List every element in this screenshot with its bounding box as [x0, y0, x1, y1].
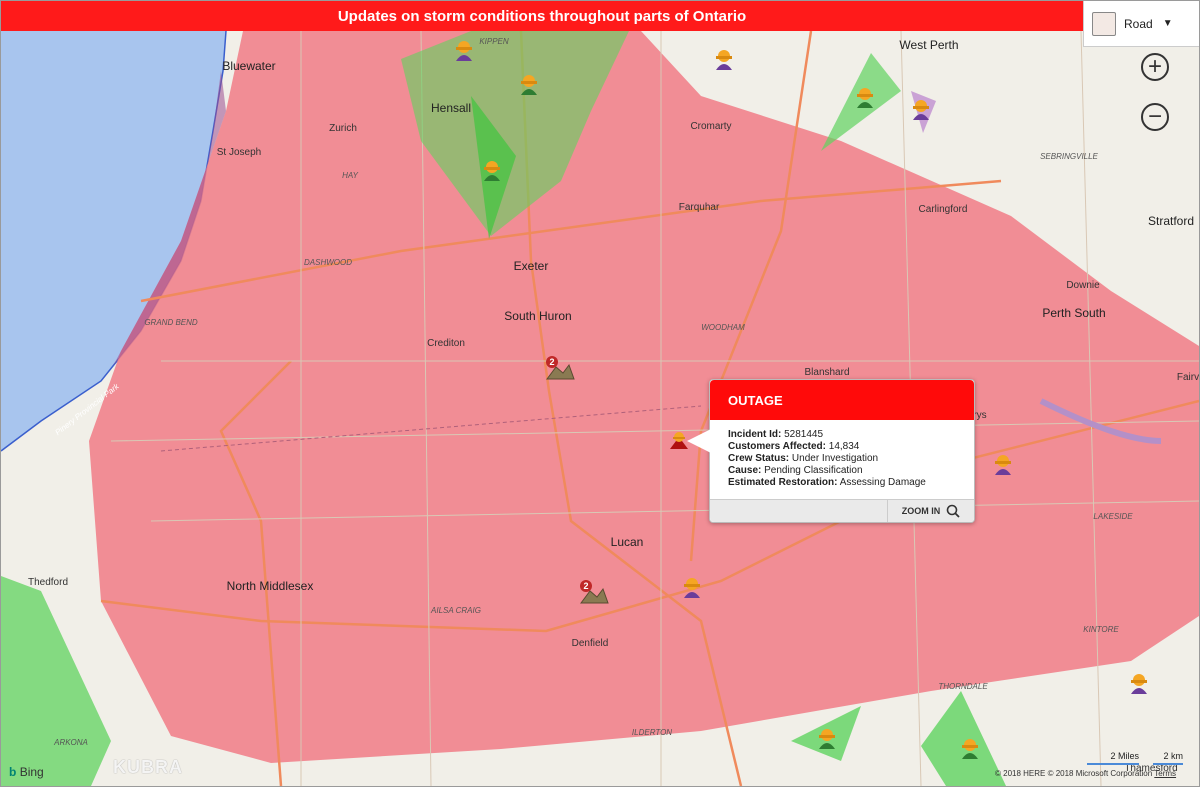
- place-label: WOODHAM: [701, 323, 745, 332]
- place-label: KIPPEN: [479, 37, 509, 46]
- crew-marker-icon[interactable]: [991, 451, 1021, 477]
- place-label: ILDERTON: [631, 728, 673, 737]
- terms-link[interactable]: Terms: [1154, 769, 1176, 778]
- place-label: West Perth: [899, 38, 959, 52]
- map-canvas[interactable]: [1, 1, 1199, 786]
- place-label: Downie: [1066, 280, 1100, 291]
- crew-value: Under Investigation: [791, 453, 879, 464]
- crew-marker-icon[interactable]: [909, 96, 939, 122]
- map-type-selector[interactable]: Road ▼: [1083, 1, 1199, 47]
- cause-value: Pending Classification: [764, 465, 863, 476]
- place-label: Bluewater: [222, 59, 276, 73]
- restore-label: Estimated Restoration:: [728, 477, 838, 488]
- popup-title: OUTAGE: [710, 380, 974, 420]
- scale-miles: 2 Miles: [1087, 751, 1139, 765]
- place-label: Hensall: [430, 101, 472, 115]
- place-label: North Middlesex: [226, 579, 314, 593]
- place-label: rys: [973, 410, 987, 421]
- outage-popup: OUTAGE Incident Id: 5281445 Customers Af…: [709, 379, 975, 523]
- bing-logo: b Bing: [9, 765, 44, 779]
- crew-marker-icon[interactable]: [452, 37, 482, 63]
- place-label: South Huron: [504, 309, 572, 323]
- place-label: Thedford: [27, 577, 69, 588]
- place-label: SEBRINGVILLE: [1040, 152, 1098, 161]
- place-label: ARKONA: [54, 738, 88, 747]
- place-label: Exeter: [513, 259, 549, 273]
- place-label: LAKESIDE: [1093, 512, 1133, 521]
- popup-details: Incident Id: 5281445 Customers Affected:…: [710, 420, 974, 489]
- scale-miles-label: 2 Miles: [1110, 751, 1139, 761]
- place-label: Carlingford: [918, 204, 968, 215]
- cluster-marker[interactable]: 2: [579, 579, 609, 605]
- crew-marker-icon[interactable]: [712, 46, 742, 72]
- place-label: Zurich: [329, 123, 357, 134]
- cause-row: Cause: Pending Classification: [728, 465, 956, 477]
- crew-marker-icon[interactable]: [853, 84, 883, 110]
- crew-label: Crew Status:: [728, 453, 790, 464]
- place-label: St Joseph: [216, 147, 262, 158]
- zoom-in-button[interactable]: +: [1141, 53, 1169, 81]
- restore-value: Assessing Damage: [839, 477, 926, 488]
- place-label: Perth South: [1042, 306, 1106, 320]
- crew-marker-icon[interactable]: [480, 157, 510, 183]
- place-label: KINTORE: [1083, 625, 1119, 634]
- place-label: AILSA CRAIG: [431, 606, 481, 615]
- kubra-logo: KUBRA: [113, 757, 183, 777]
- copyright: © 2018 HERE © 2018 Microsoft Corporation…: [995, 769, 1176, 778]
- map-frame: Bluewater KIPPEN West Perth Hensall Zurich Cr…: [0, 0, 1200, 787]
- magnifier-icon: [946, 504, 960, 518]
- cause-label: Cause:: [728, 465, 762, 476]
- restore-row: Estimated Restoration: Assessing Damage: [728, 477, 956, 489]
- cluster-count: 2: [549, 357, 554, 367]
- place-label: DASHWOOD: [304, 258, 352, 267]
- crew-marker-icon[interactable]: [958, 735, 988, 761]
- scale-km-label: 2 km: [1163, 751, 1183, 761]
- popup-tail: [687, 429, 711, 453]
- bing-label: Bing: [19, 765, 44, 779]
- map-type-label: Road: [1124, 16, 1153, 31]
- place-label: Cromarty: [690, 121, 732, 132]
- cluster-count: 2: [583, 581, 588, 591]
- cluster-marker[interactable]: 2: [545, 355, 575, 381]
- place-label: GRAND BEND: [144, 318, 198, 327]
- crew-marker-icon[interactable]: [680, 574, 710, 600]
- crew-marker-icon[interactable]: [517, 71, 547, 97]
- incident-row: Incident Id: 5281445: [728, 429, 956, 441]
- place-label: Farquhar: [678, 202, 720, 213]
- place-label: Denfield: [571, 638, 609, 649]
- incident-value: 5281445: [784, 429, 824, 440]
- copyright-text: © 2018 HERE © 2018 Microsoft Corporation: [995, 769, 1153, 778]
- popup-footer: ZOOM IN: [710, 499, 974, 522]
- crew-marker-icon[interactable]: [815, 725, 845, 751]
- place-label: Stratford: [1147, 214, 1195, 228]
- place-label: HAY: [342, 171, 358, 180]
- bing-icon: b: [9, 765, 17, 779]
- place-label: Crediton: [427, 338, 465, 349]
- crew-row: Crew Status: Under Investigation: [728, 453, 956, 465]
- zoom-out-button[interactable]: −: [1141, 103, 1169, 131]
- zoom-in-link[interactable]: ZOOM IN: [887, 500, 974, 522]
- place-label: THORNDALE: [938, 682, 988, 691]
- zoom-in-label: ZOOM IN: [901, 506, 941, 516]
- scale-miles-bar: [1087, 763, 1139, 765]
- road-map-icon: [1092, 11, 1116, 36]
- incident-label: Incident Id:: [728, 429, 782, 440]
- caret-down-icon: ▼: [1162, 18, 1173, 29]
- place-label: Blanshard: [804, 367, 850, 378]
- scale-km-bar: [1153, 763, 1183, 765]
- customers-label: Customers Affected:: [728, 441, 826, 452]
- place-label: Fairv: [1176, 372, 1200, 383]
- customers-value: 14,834: [828, 441, 860, 452]
- customers-row: Customers Affected: 14,834: [728, 441, 956, 453]
- page-title: Updates on storm conditions throughout p…: [1, 1, 1083, 31]
- place-label: Lucan: [610, 535, 644, 549]
- scale-km: 2 km: [1153, 751, 1183, 765]
- crew-marker-icon[interactable]: [1127, 670, 1157, 696]
